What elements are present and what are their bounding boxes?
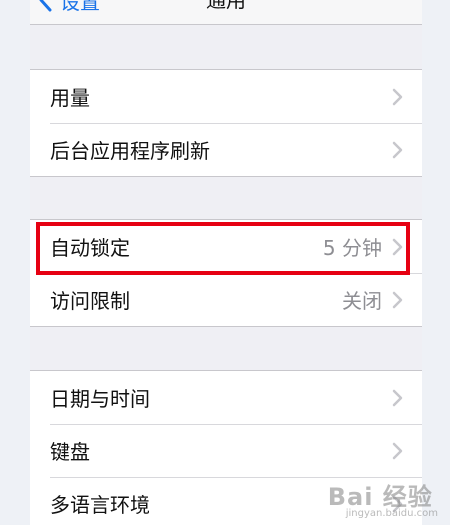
page-title: 通用 (206, 0, 246, 12)
row-value: 关闭 (342, 289, 382, 313)
settings-screen: 设置 通用 用量 后台应用程序刷新 自动锁定 5 分钟 访问限制 关闭 日期与时… (30, 0, 422, 525)
row-label: 多语言环境 (50, 493, 150, 517)
row-label: 日期与时间 (50, 387, 150, 411)
row-auto-lock[interactable]: 自动锁定 5 分钟 (30, 220, 422, 273)
row-label: 自动锁定 (50, 236, 130, 260)
row-keyboard[interactable]: 键盘 (30, 424, 422, 477)
settings-group-lock: 自动锁定 5 分钟 访问限制 关闭 (30, 219, 422, 327)
chevron-right-icon (392, 141, 403, 158)
row-usage[interactable]: 用量 (30, 70, 422, 123)
row-value: 5 分钟 (322, 236, 382, 260)
row-label: 访问限制 (50, 289, 130, 313)
chevron-right-icon (392, 495, 403, 512)
chevron-right-icon (392, 291, 403, 308)
row-label: 后台应用程序刷新 (50, 139, 210, 163)
row-background-app-refresh[interactable]: 后台应用程序刷新 (30, 123, 422, 176)
row-language-region[interactable]: 多语言环境 (30, 477, 422, 525)
chevron-right-icon (392, 238, 403, 255)
row-restrictions[interactable]: 访问限制 关闭 (30, 273, 422, 326)
row-label: 键盘 (50, 440, 90, 464)
row-date-time[interactable]: 日期与时间 (30, 371, 422, 424)
chevron-right-icon (392, 389, 403, 406)
navigation-bar: 设置 通用 (30, 0, 422, 25)
row-label: 用量 (50, 86, 90, 110)
settings-group-datetime: 日期与时间 键盘 多语言环境 (30, 370, 422, 525)
chevron-right-icon (392, 88, 403, 105)
settings-group-usage: 用量 后台应用程序刷新 (30, 69, 422, 177)
chevron-right-icon (392, 442, 403, 459)
